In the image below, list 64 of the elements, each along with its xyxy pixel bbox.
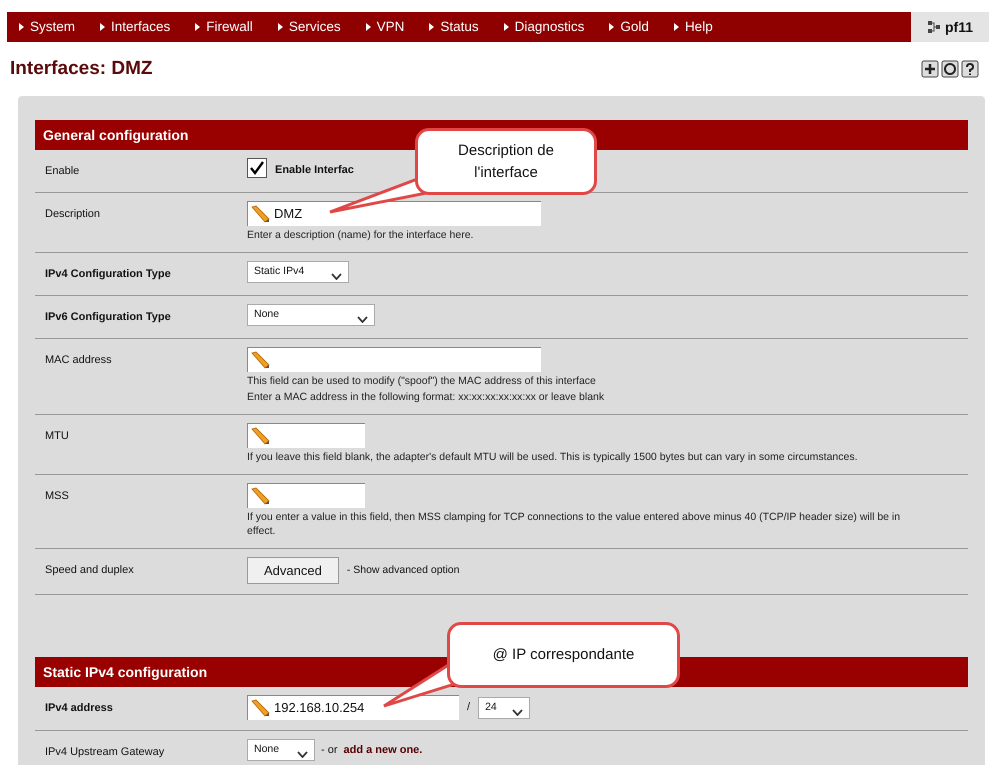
pencil-icon (250, 205, 270, 223)
nav-menu-item[interactable]: Status (429, 16, 479, 38)
nav-menu-item[interactable]: Interfaces (100, 16, 170, 38)
caret-icon (19, 23, 24, 31)
add-gateway-link[interactable]: add a new one. (344, 742, 422, 758)
checkbox-label: Enable Interfac (275, 162, 354, 178)
field-label: IPv6 Configuration Type (45, 311, 171, 323)
caret-icon (366, 23, 371, 31)
chevron-down-icon (512, 708, 524, 716)
hint-text: If you leave this field blank, the adapter's default MTU will be used. This is typically 1500 bytes but can vary in some circumstances. (247, 450, 859, 464)
field-label: IPv4 address (45, 702, 113, 714)
text-field[interactable] (247, 423, 365, 448)
text-field[interactable] (247, 347, 541, 372)
field-label: MAC address (45, 354, 112, 366)
text-field[interactable] (247, 483, 365, 508)
caret-icon (429, 23, 434, 31)
ip-address-field[interactable]: 192.168.10.254 (247, 695, 459, 720)
field-label: IPv4 Configuration Type (45, 268, 171, 280)
note-text: - Show advanced option (346, 562, 460, 578)
nav-menu-item[interactable]: Gold (609, 16, 649, 38)
field-label: MSS (45, 490, 69, 502)
nav-menu-item[interactable]: VPN (366, 16, 404, 38)
pencil-icon (250, 351, 270, 369)
nav-menu-item[interactable]: System (19, 16, 76, 38)
checkbox[interactable] (247, 158, 267, 178)
caret-icon (278, 23, 283, 31)
caret-icon (100, 23, 106, 31)
callout-tooltip: @ IP correspondante (447, 622, 680, 688)
field-label: Enable (45, 165, 80, 177)
nav-menu-item[interactable]: Services (278, 16, 341, 38)
separator-text: / (467, 700, 470, 716)
dropdown[interactable]: None (247, 739, 315, 761)
add-icon[interactable] (921, 60, 939, 78)
nav-menu-item[interactable]: Help (674, 16, 713, 38)
field-label: IPv4 Upstream Gateway (45, 746, 164, 758)
pencil-icon (250, 699, 270, 717)
chevron-down-icon (331, 273, 342, 280)
dropdown[interactable]: Static IPv4 (247, 261, 349, 283)
pencil-icon (250, 427, 270, 445)
dropdown[interactable]: None (247, 304, 375, 326)
hint-text: This field can be used to modify ("spoof") the MAC address of this interface (247, 374, 597, 388)
nav-menu-item[interactable]: Diagnostics (504, 16, 584, 38)
hint-text: If you enter a value in this field, then MSS clamping for TCP connections to the value entered above minus 40 (TCP/IP header size) will be in effect. (247, 510, 902, 538)
hint-text: Enter a MAC address in the following format: xx:xx:xx:xx:xx:xx or leave blank (247, 390, 606, 404)
help-icon[interactable] (961, 60, 979, 78)
caret-icon (195, 23, 200, 31)
advanced-button[interactable]: Advanced (247, 557, 339, 584)
brand-tab[interactable]: pf11 (911, 12, 989, 42)
hint-text: Enter a description (name) for the interface here. (247, 228, 474, 242)
field-label: Speed and duplex (45, 564, 134, 576)
nav-menu-item[interactable]: Firewall (195, 16, 253, 38)
field-label: Description (45, 208, 100, 220)
caret-icon (674, 23, 679, 31)
chevron-down-icon (357, 316, 368, 323)
or-text: - or (321, 742, 338, 758)
caret-icon (609, 23, 614, 31)
field-label: MTU (45, 430, 69, 442)
dropdown[interactable]: 24 (478, 696, 530, 718)
pencil-icon (250, 487, 270, 505)
caret-icon (504, 23, 509, 31)
page-title: Interfaces: DMZ (10, 56, 153, 81)
chevron-down-icon (297, 751, 308, 758)
text-field[interactable]: DMZ (247, 201, 541, 226)
network-icon (927, 20, 941, 34)
